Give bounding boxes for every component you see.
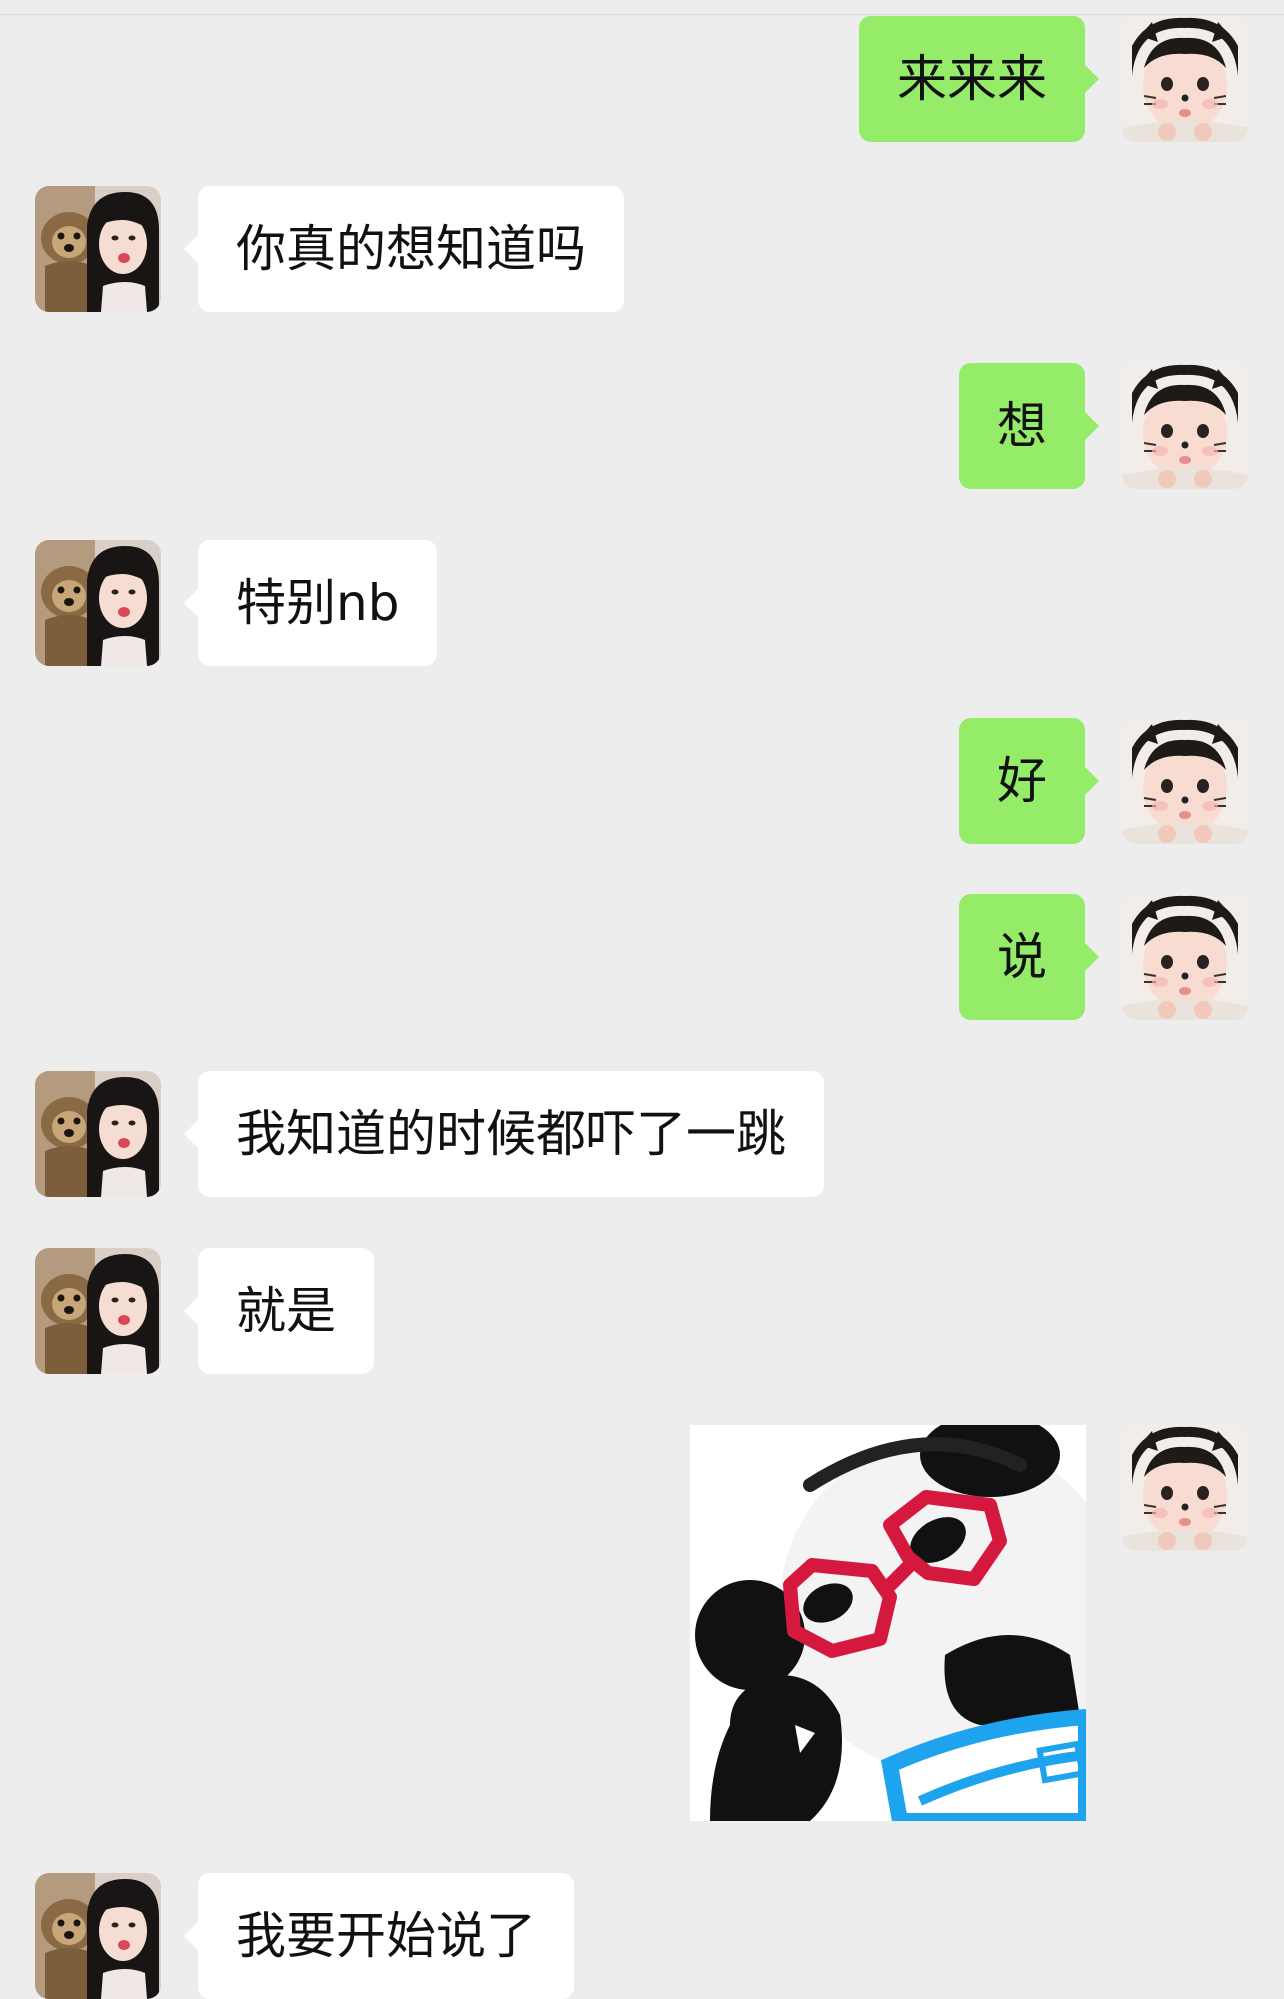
friend-avatar[interactable] [35,1873,161,1999]
my-avatar[interactable] [1122,363,1248,489]
my-message-bubble[interactable]: 好 [959,718,1099,844]
friend-avatar[interactable] [35,1248,161,1374]
top-divider [0,0,1284,15]
friend-avatar[interactable] [35,1071,161,1197]
friend-message-bubble[interactable]: 你真的想知道吗 [184,186,624,312]
my-message-bubble[interactable]: 说 [959,894,1099,1020]
my-avatar[interactable] [1122,718,1248,844]
my-avatar[interactable] [1122,1425,1248,1551]
my-avatar[interactable] [1122,16,1248,142]
my-message-bubble[interactable]: 来来来 [859,16,1099,142]
friend-message-bubble[interactable]: 特别nb [183,540,438,666]
friend-avatar[interactable] [35,540,161,666]
friend-message-bubble[interactable]: 我要开始说了 [184,1873,574,1999]
friend-message-bubble[interactable]: 就是 [184,1248,374,1374]
friend-message-bubble[interactable]: 我知道的时候都吓了一跳 [184,1071,824,1197]
panda-glasses-sticker[interactable] [690,1425,1086,1821]
my-avatar[interactable] [1122,894,1248,1020]
my-message-bubble[interactable]: 想 [959,363,1099,489]
friend-avatar[interactable] [35,186,161,312]
